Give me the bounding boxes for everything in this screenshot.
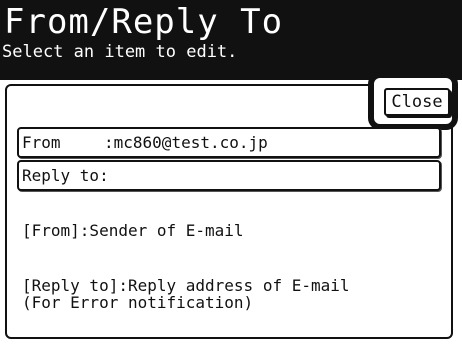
reply-to-help-note: (For Error notification) — [22, 293, 254, 312]
close-button[interactable]: Close — [384, 88, 450, 116]
reply-to-field-label: Reply to: — [22, 166, 109, 185]
from-field-label: From — [22, 133, 61, 152]
from-field-value: mc860@test.co.jp — [113, 133, 268, 152]
screen-title: From/Reply To — [4, 2, 284, 42]
from-help-text: [From]:Sender of E-mail — [22, 221, 244, 240]
screen-header: From/Reply To Select an item to edit. — [0, 0, 462, 80]
from-field-separator: : — [104, 133, 114, 152]
screen-subtitle: Select an item to edit. — [2, 42, 238, 62]
reply-to-field[interactable]: Reply to: — [17, 160, 441, 191]
from-field[interactable]: From:mc860@test.co.jp — [17, 127, 441, 158]
